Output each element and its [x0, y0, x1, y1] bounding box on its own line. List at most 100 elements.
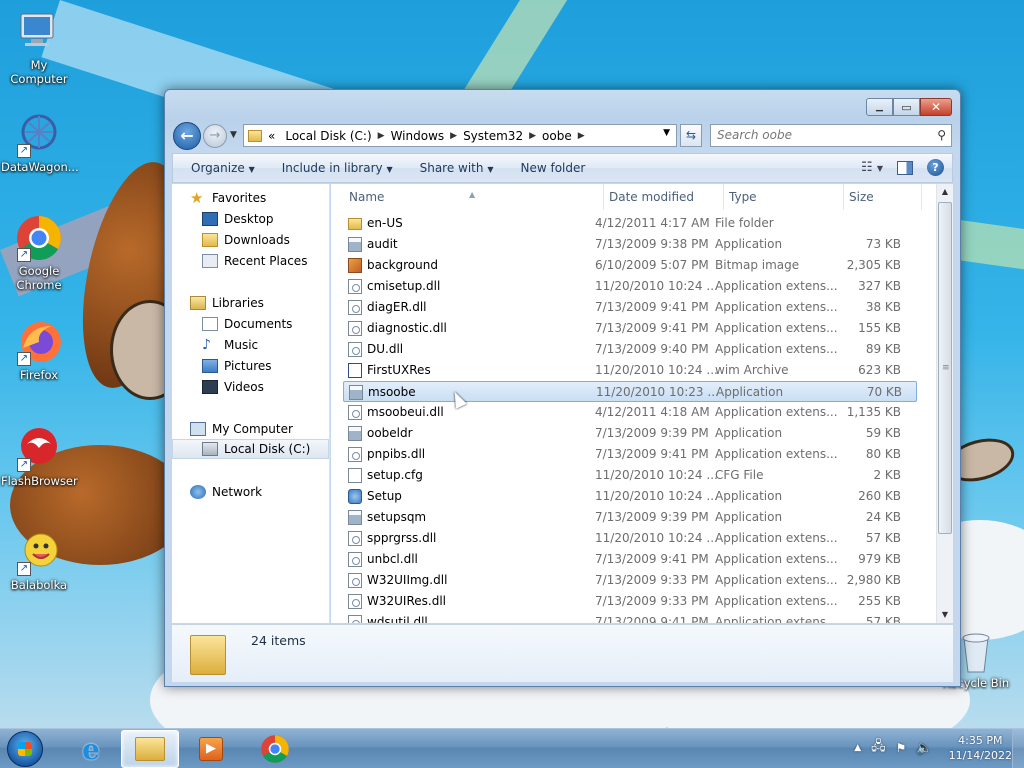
- nav-item-videos[interactable]: Videos: [202, 377, 264, 397]
- nav-item-label: Favorites: [212, 191, 267, 205]
- nav-item-my-computer[interactable]: My Computer: [190, 419, 293, 439]
- nav-item-libraries[interactable]: Libraries: [190, 293, 264, 313]
- desktop-icon-firefox[interactable]: ↗ Firefox: [1, 318, 77, 382]
- file-row[interactable]: spprgrss.dll 11/20/2010 10:24 ... Applicat…: [343, 528, 917, 549]
- file-size: 57 KB: [865, 615, 901, 623]
- nav-item-label: Desktop: [224, 212, 274, 226]
- start-button[interactable]: [7, 731, 43, 767]
- file-row[interactable]: msoobeui.dll 4/12/2011 4:18 AM Application…: [343, 402, 917, 423]
- desktop-icon-my-computer[interactable]: My Computer: [1, 8, 77, 86]
- file-name: W32UIImg.dll: [367, 573, 448, 587]
- desktop-icon-label: FlashBrowser: [1, 474, 78, 488]
- desktop-icon-label: Google Chrome: [16, 264, 62, 292]
- breadcrumb-system32[interactable]: System32: [463, 129, 523, 143]
- file-row[interactable]: Setup 11/20/2010 10:24 ... Application 260 …: [343, 486, 917, 507]
- new-folder-button[interactable]: New folder: [511, 161, 594, 175]
- column-divider[interactable]: [723, 184, 724, 210]
- desktop-icon-datawagon[interactable]: ↗ DataWagon...: [1, 110, 79, 174]
- file-row[interactable]: cmisetup.dll 11/20/2010 10:24 ... Applicat…: [343, 276, 917, 297]
- search-input[interactable]: Search oobe ⚲: [710, 124, 952, 147]
- file-row[interactable]: FirstUXRes 11/20/2010 10:24 ... wim Archiv…: [343, 360, 917, 381]
- nav-item-music[interactable]: ♪ Music: [202, 335, 258, 355]
- scroll-down-arrow-icon[interactable]: ▼: [937, 607, 953, 623]
- nav-item-downloads[interactable]: Downloads: [202, 230, 290, 250]
- clock[interactable]: 4:35 PM 11/14/2022: [949, 733, 1012, 763]
- taskbar-media-player[interactable]: ▶: [182, 730, 240, 768]
- nav-item-label: My Computer: [212, 422, 293, 436]
- refresh-button[interactable]: ⇆: [680, 124, 702, 147]
- breadcrumb-oobe[interactable]: oobe: [542, 129, 572, 143]
- scroll-up-arrow-icon[interactable]: ▲: [937, 184, 953, 200]
- breadcrumb-local-disk[interactable]: Local Disk (C:): [285, 129, 371, 143]
- nav-item-documents[interactable]: Documents: [202, 314, 292, 334]
- share-with-label: Share with: [419, 161, 484, 175]
- file-row[interactable]: DU.dll 7/13/2009 9:40 PM Application exten…: [343, 339, 917, 360]
- address-bar[interactable]: « Local Disk (C:) ▶ Windows ▶ System32 ▶…: [243, 124, 677, 147]
- breadcrumb-separator-icon[interactable]: ▶: [378, 131, 385, 141]
- folder-icon: [190, 635, 226, 675]
- breadcrumb-windows[interactable]: Windows: [391, 129, 445, 143]
- show-desktop-button[interactable]: [1012, 729, 1024, 768]
- desktop-icon-flashbrowser[interactable]: ↗ FlashBrowser: [1, 424, 78, 488]
- file-row[interactable]: oobeldr 7/13/2009 9:39 PM Application 59 KB: [343, 423, 917, 444]
- change-view-button[interactable]: ☷ ▼: [861, 160, 883, 175]
- recent-pages-dropdown[interactable]: ▼: [230, 130, 237, 140]
- address-overflow-chevron[interactable]: «: [268, 129, 275, 143]
- column-header-date[interactable]: Date modified: [609, 190, 694, 204]
- scrollbar-thumb[interactable]: ≡: [938, 202, 952, 534]
- address-history-dropdown[interactable]: ▼: [663, 128, 670, 138]
- action-center-flag-icon[interactable]: ⚑: [896, 741, 907, 755]
- file-row[interactable]: unbcl.dll 7/13/2009 9:41 PM Application ex…: [343, 549, 917, 570]
- help-button[interactable]: ?: [927, 159, 944, 176]
- share-with-menu[interactable]: Share with ▼: [411, 161, 503, 175]
- taskbar-internet-explorer[interactable]: e: [62, 730, 120, 768]
- close-button[interactable]: ✕: [920, 98, 952, 116]
- column-header-name[interactable]: Name: [349, 190, 384, 204]
- file-row[interactable]: en-US 4/12/2011 4:17 AM File folder: [343, 213, 917, 234]
- desktop-icon-google-chrome[interactable]: ↗ Google Chrome: [1, 214, 77, 292]
- nav-item-local-disk[interactable]: Local Disk (C:): [172, 439, 329, 459]
- minimize-button[interactable]: ▁: [866, 98, 893, 116]
- file-row[interactable]: pnpibs.dll 7/13/2009 9:41 PM Application e…: [343, 444, 917, 465]
- file-row[interactable]: msoobe 11/20/2010 10:23 ... Application 70 …: [343, 381, 917, 402]
- column-divider[interactable]: [843, 184, 844, 210]
- show-hidden-icons-button[interactable]: ▲: [854, 743, 861, 753]
- column-header-type[interactable]: Type: [729, 190, 757, 204]
- file-row[interactable]: diagnostic.dll 7/13/2009 9:41 PM Applicati…: [343, 318, 917, 339]
- navigation-pane: ★ Favorites Desktop Downloads Recent Pla…: [172, 184, 330, 623]
- column-header-size[interactable]: Size: [849, 190, 874, 204]
- file-row[interactable]: background 6/10/2009 5:07 PM Bitmap image 2…: [343, 255, 917, 276]
- nav-item-recent-places[interactable]: Recent Places: [202, 251, 307, 271]
- nav-item-favorites[interactable]: ★ Favorites: [190, 188, 266, 208]
- include-in-library-menu[interactable]: Include in library ▼: [273, 161, 402, 175]
- forward-button[interactable]: →: [203, 124, 227, 148]
- taskbar-windows-explorer[interactable]: [121, 730, 179, 768]
- file-row[interactable]: audit 7/13/2009 9:38 PM Application 73 KB: [343, 234, 917, 255]
- preview-pane-button[interactable]: [897, 160, 913, 175]
- vertical-scrollbar[interactable]: ▲ ≡ ▼: [936, 184, 953, 623]
- breadcrumb-separator-icon[interactable]: ▶: [450, 131, 457, 141]
- desktop-icon-label: DataWagon...: [1, 160, 79, 174]
- explorer-window[interactable]: ▁ ▭ ✕ ← → ▼ « Local Disk (C:) ▶ Windows …: [164, 89, 961, 687]
- file-row[interactable]: setup.cfg 11/20/2010 10:24 ... CFG File 2 K…: [343, 465, 917, 486]
- column-divider[interactable]: [603, 184, 604, 210]
- maximize-button[interactable]: ▭: [893, 98, 920, 116]
- volume-icon[interactable]: 🔈: [916, 741, 932, 756]
- column-divider[interactable]: [921, 184, 922, 210]
- nav-item-network[interactable]: Network: [190, 482, 262, 502]
- taskbar-google-chrome[interactable]: [246, 730, 304, 768]
- desktop-icon-balabolka[interactable]: ↗ Balabolka: [1, 528, 77, 592]
- organize-menu[interactable]: Organize ▼: [182, 161, 264, 175]
- file-row[interactable]: wdsutil.dll 7/13/2009 9:41 PM Application …: [343, 612, 917, 623]
- back-button[interactable]: ←: [173, 122, 201, 150]
- breadcrumb-separator-icon[interactable]: ▶: [529, 131, 536, 141]
- network-status-icon[interactable]: 🖧: [871, 737, 886, 759]
- file-row[interactable]: setupsqm 7/13/2009 9:39 PM Application 24 K…: [343, 507, 917, 528]
- nav-item-pictures[interactable]: Pictures: [202, 356, 272, 376]
- nav-item-desktop[interactable]: Desktop: [202, 209, 274, 229]
- file-row[interactable]: diagER.dll 7/13/2009 9:41 PM Application e…: [343, 297, 917, 318]
- file-row[interactable]: W32UIImg.dll 7/13/2009 9:33 PM Application…: [343, 570, 917, 591]
- file-row[interactable]: W32UIRes.dll 7/13/2009 9:33 PM Application…: [343, 591, 917, 612]
- file-type: Application: [715, 510, 783, 524]
- breadcrumb-separator-icon[interactable]: ▶: [578, 131, 585, 141]
